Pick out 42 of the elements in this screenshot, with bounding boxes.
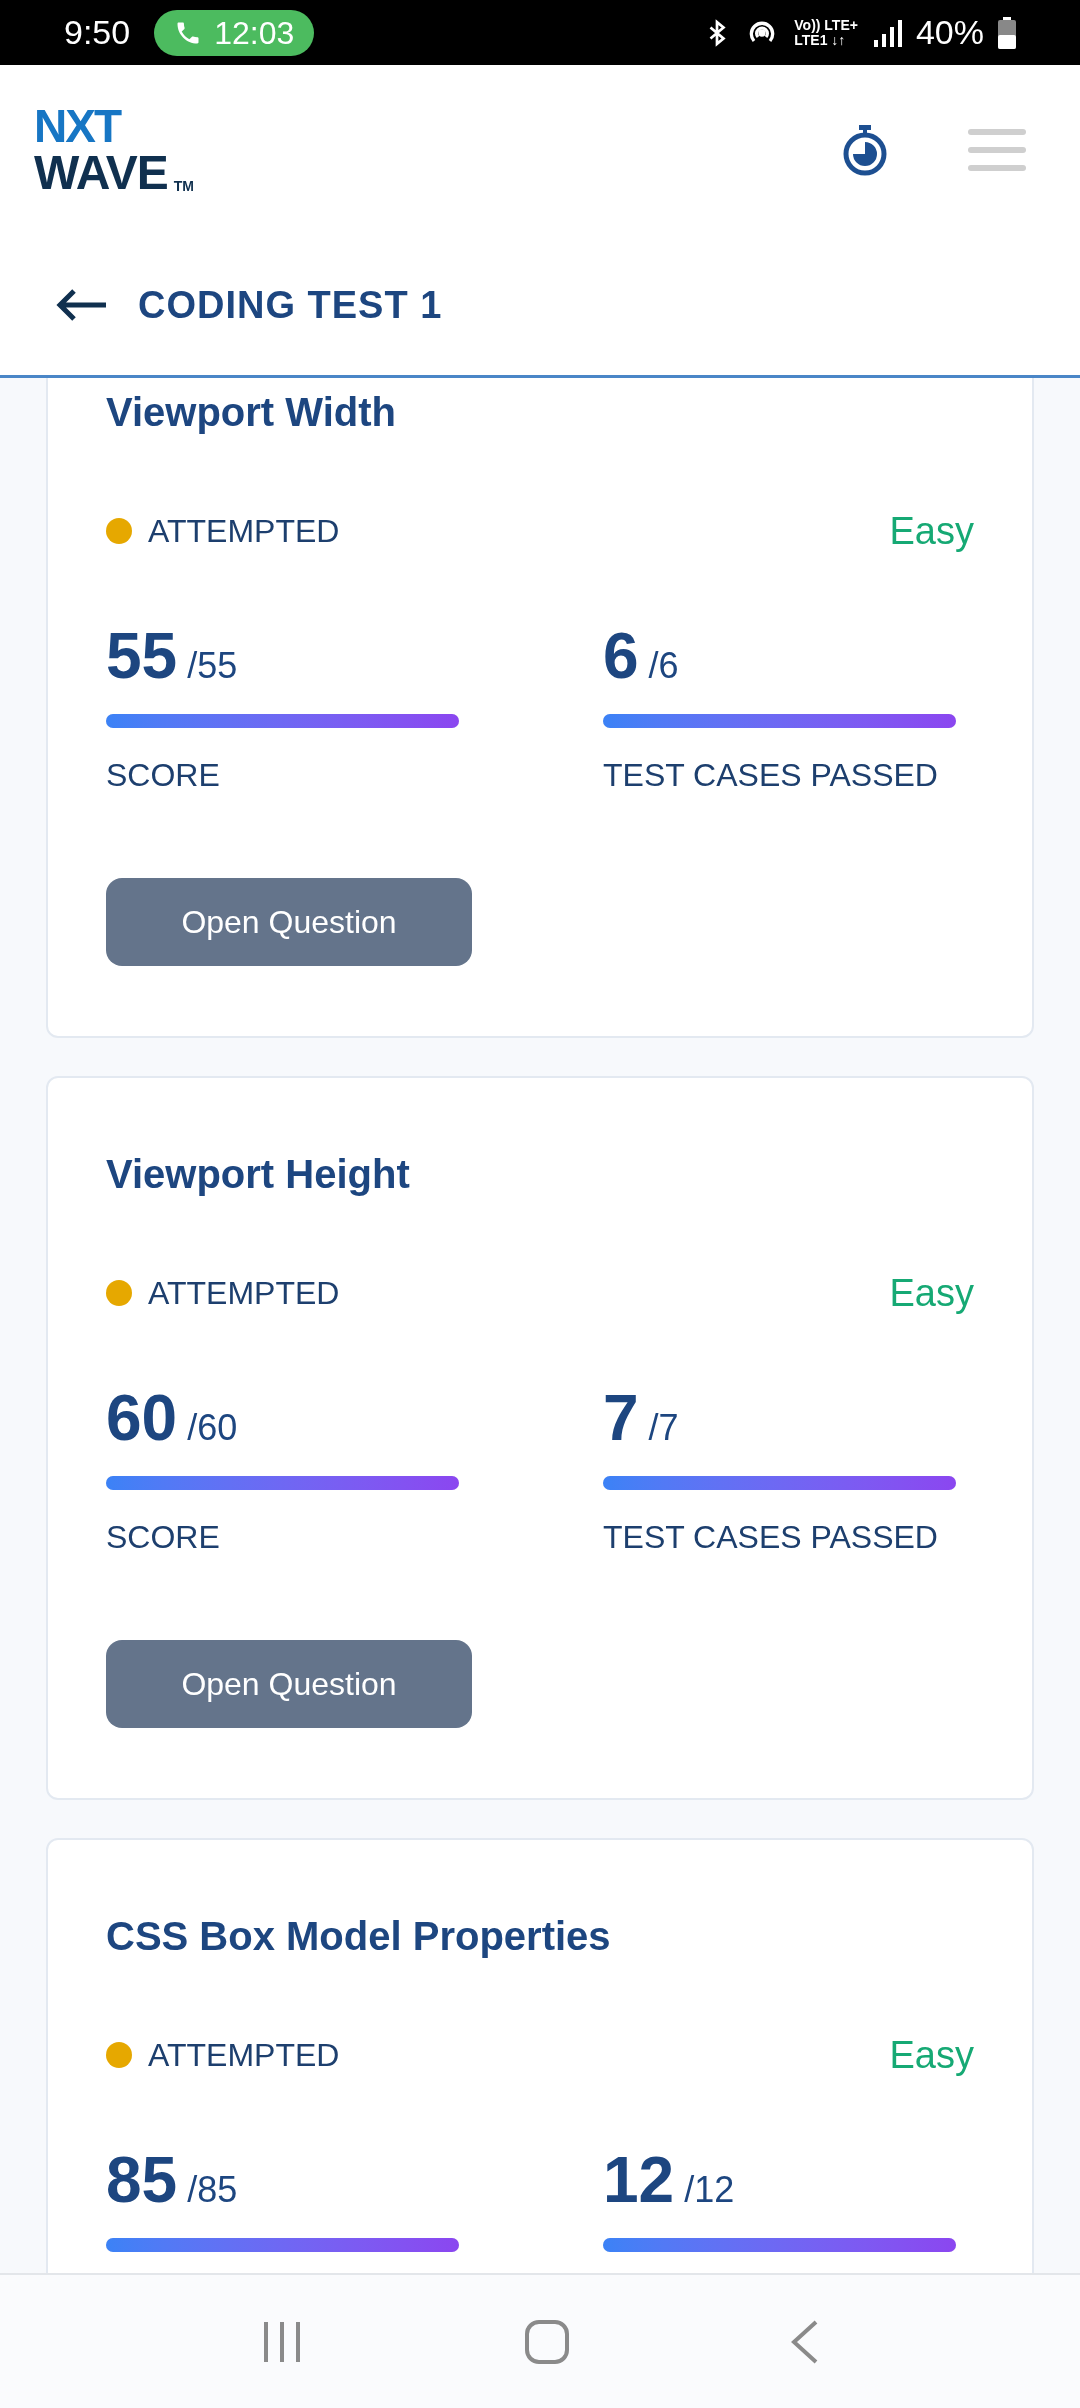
difficulty-label: Easy [889,1270,974,1316]
open-question-button[interactable]: Open Question [106,1640,472,1728]
signal-icon [871,17,902,48]
clock-time: 9:50 [64,12,131,53]
value-number: 55 [106,621,178,691]
value-total: /12 [684,2168,735,2212]
metric-label: SCORE [106,1518,221,1557]
value-total: /85 [187,2168,238,2212]
open-question-button[interactable]: Open Question [106,878,472,966]
status-label: ATTEMPTED [148,512,340,551]
value-number: 7 [603,1383,639,1453]
battery-percent: 40% [915,12,984,53]
question-title: Viewport Height [106,1151,411,1198]
battery-icon [998,16,1016,49]
network-label: LTE1 ↓↑ [794,32,847,48]
status-label: ATTEMPTED [148,1274,340,1313]
question-title: CSS Box Model Properties [106,1913,612,1960]
metric-label: SCORE [106,756,221,795]
value-number: 12 [603,2145,675,2215]
back-icon[interactable] [789,2319,820,2364]
question-title: Viewport Width [106,389,397,436]
home-icon[interactable] [525,2319,569,2364]
metric-label: TEST CASES PASSED [603,1518,939,1557]
value-number: 60 [106,1383,178,1453]
value-number: 85 [106,2145,178,2215]
difficulty-label: Easy [889,2032,974,2078]
trademark-label: TM [173,179,194,193]
back-arrow-icon[interactable] [56,288,108,322]
page-title: CODING TEST 1 [138,282,443,328]
value-total: /7 [648,1406,679,1450]
difficulty-label: Easy [889,508,974,554]
stopwatch-icon[interactable] [842,124,888,176]
logo-text: NXT [34,103,122,149]
call-pill[interactable]: 12:03 [154,9,315,56]
value-total: /60 [187,1406,238,1450]
logo-text: WAVE [34,149,168,197]
value-number: 6 [603,621,639,691]
value-total: /55 [187,644,238,688]
metric-label: TEST CASES PASSED [603,756,939,795]
status-label: ATTEMPTED [148,2036,340,2075]
value-total: /6 [648,644,679,688]
network-label: Vo)) LTE+ [794,17,858,33]
